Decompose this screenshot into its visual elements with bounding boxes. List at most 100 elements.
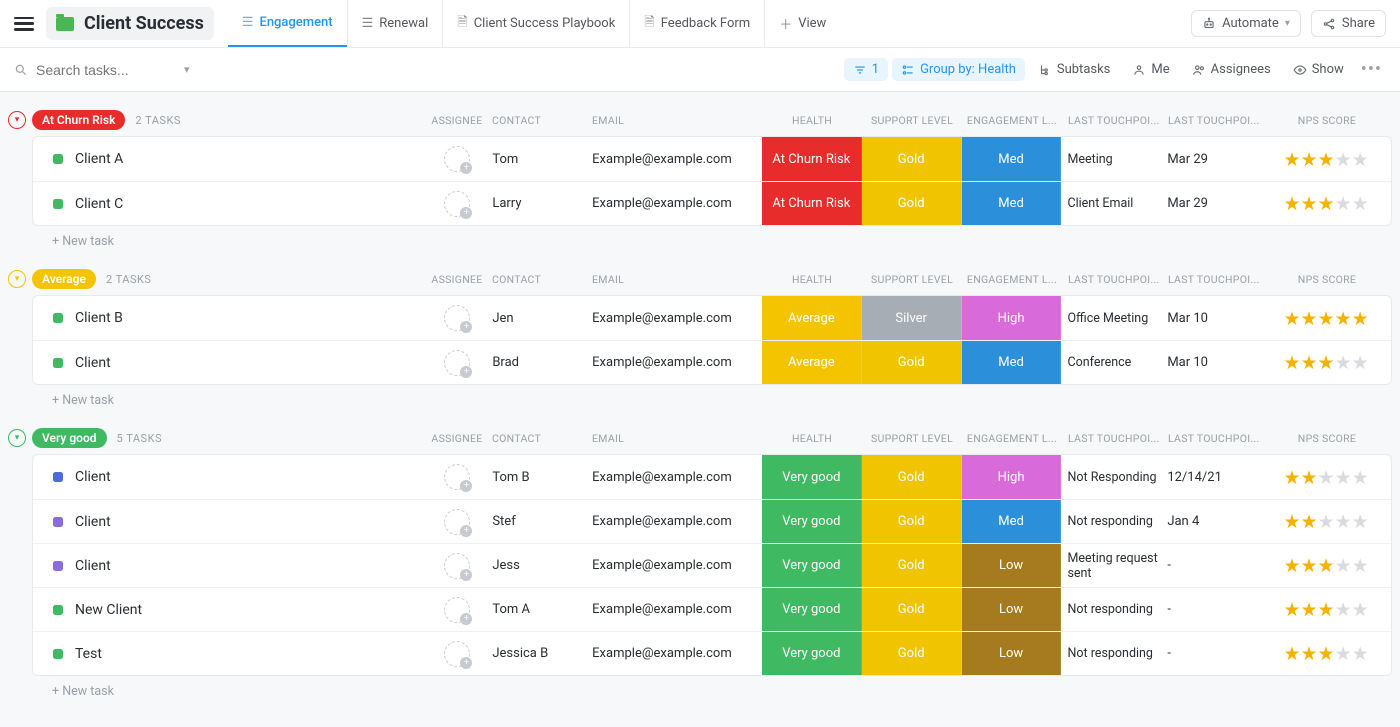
filter-button[interactable]: 1 bbox=[844, 58, 888, 81]
last-touchpoint-type-cell[interactable]: Not responding bbox=[1061, 632, 1161, 675]
health-cell[interactable]: Very good bbox=[762, 455, 862, 499]
chevron-down-icon[interactable]: ▾ bbox=[184, 63, 190, 76]
health-cell[interactable]: Average bbox=[762, 341, 862, 384]
contact-cell[interactable]: Larry bbox=[492, 182, 592, 225]
table-row[interactable]: ClientStefExample@example.comVery goodGo… bbox=[33, 499, 1391, 543]
group-badge[interactable]: Very good bbox=[32, 428, 107, 448]
subtasks-button[interactable]: Subtasks bbox=[1029, 58, 1120, 81]
col-contact[interactable]: CONTACT bbox=[492, 114, 592, 127]
col-assignee[interactable]: ASSIGNEE bbox=[422, 432, 492, 445]
last-touchpoint-type-cell[interactable]: Not responding bbox=[1061, 500, 1161, 543]
task-name-cell[interactable]: Client bbox=[33, 469, 422, 485]
assignee-avatar[interactable] bbox=[444, 464, 470, 490]
contact-cell[interactable]: Tom bbox=[492, 137, 592, 181]
assignee-cell[interactable] bbox=[422, 182, 492, 225]
col-contact[interactable]: CONTACT bbox=[492, 273, 592, 286]
nps-cell[interactable]: ★★★★★ bbox=[1261, 296, 1391, 340]
health-cell[interactable]: Average bbox=[762, 296, 862, 340]
assignee-cell[interactable] bbox=[422, 500, 492, 543]
support-cell[interactable]: Gold bbox=[862, 632, 962, 675]
last-touchpoint-type-cell[interactable]: Conference bbox=[1061, 341, 1161, 384]
last-touchpoint-date-cell[interactable]: Mar 10 bbox=[1161, 341, 1261, 384]
table-row[interactable]: ClientBradExample@example.comAverageGold… bbox=[33, 340, 1391, 384]
engagement-cell[interactable]: High bbox=[962, 455, 1062, 499]
contact-cell[interactable]: Jessica B bbox=[492, 632, 592, 675]
search-input[interactable] bbox=[36, 62, 176, 78]
col-last-touchpoint-date[interactable]: LAST TOUCHPOI... bbox=[1162, 273, 1262, 286]
contact-cell[interactable]: Stef bbox=[492, 500, 592, 543]
col-email[interactable]: EMAIL bbox=[592, 114, 762, 127]
engagement-cell[interactable]: Med bbox=[962, 341, 1062, 384]
show-button[interactable]: Show bbox=[1284, 58, 1353, 81]
group-badge[interactable]: At Churn Risk bbox=[32, 110, 125, 130]
table-row[interactable]: New ClientTom AExample@example.comVery g… bbox=[33, 587, 1391, 631]
me-button[interactable]: Me bbox=[1123, 58, 1178, 81]
contact-cell[interactable]: Jess bbox=[492, 544, 592, 587]
assignee-cell[interactable] bbox=[422, 544, 492, 587]
nps-cell[interactable]: ★★★★★ bbox=[1261, 500, 1391, 543]
tab-client-success-playbook[interactable]: 🗎Client Success Playbook bbox=[442, 0, 629, 47]
engagement-cell[interactable]: Med bbox=[962, 182, 1062, 225]
table-row[interactable]: Client ATomExample@example.comAt Churn R… bbox=[33, 137, 1391, 181]
col-support[interactable]: SUPPORT LEVEL bbox=[862, 273, 962, 286]
assignee-avatar[interactable] bbox=[444, 191, 470, 217]
assignee-avatar[interactable] bbox=[444, 509, 470, 535]
email-cell[interactable]: Example@example.com bbox=[592, 500, 762, 543]
nps-cell[interactable]: ★★★★★ bbox=[1261, 544, 1391, 587]
support-cell[interactable]: Silver bbox=[862, 296, 962, 340]
last-touchpoint-type-cell[interactable]: Not responding bbox=[1061, 588, 1161, 631]
assignee-avatar[interactable] bbox=[444, 350, 470, 376]
nps-cell[interactable]: ★★★★★ bbox=[1261, 632, 1391, 675]
last-touchpoint-date-cell[interactable]: - bbox=[1161, 632, 1261, 675]
support-cell[interactable]: Gold bbox=[862, 588, 962, 631]
new-task-button[interactable]: + New task bbox=[8, 226, 1392, 249]
assignee-cell[interactable] bbox=[422, 632, 492, 675]
contact-cell[interactable]: Jen bbox=[492, 296, 592, 340]
last-touchpoint-type-cell[interactable]: Meeting bbox=[1061, 137, 1161, 181]
last-touchpoint-date-cell[interactable]: Mar 29 bbox=[1161, 182, 1261, 225]
last-touchpoint-date-cell[interactable]: Mar 29 bbox=[1161, 137, 1261, 181]
email-cell[interactable]: Example@example.com bbox=[592, 296, 762, 340]
new-task-button[interactable]: + New task bbox=[8, 385, 1392, 408]
engagement-cell[interactable]: High bbox=[962, 296, 1062, 340]
col-assignee[interactable]: ASSIGNEE bbox=[422, 273, 492, 286]
col-last-touchpoint-type[interactable]: LAST TOUCHPOI... bbox=[1062, 273, 1162, 286]
engagement-cell[interactable]: Low bbox=[962, 544, 1062, 587]
task-name-cell[interactable]: Client A bbox=[33, 151, 422, 167]
col-last-touchpoint-type[interactable]: LAST TOUCHPOI... bbox=[1062, 432, 1162, 445]
assignee-cell[interactable] bbox=[422, 137, 492, 181]
engagement-cell[interactable]: Med bbox=[962, 137, 1062, 181]
table-row[interactable]: ClientTom BExample@example.comVery goodG… bbox=[33, 455, 1391, 499]
engagement-cell[interactable]: Med bbox=[962, 500, 1062, 543]
automate-button[interactable]: Automate ▾ bbox=[1191, 10, 1301, 37]
last-touchpoint-type-cell[interactable]: Meeting request sent bbox=[1061, 544, 1161, 587]
status-square[interactable] bbox=[53, 313, 63, 323]
engagement-cell[interactable]: Low bbox=[962, 588, 1062, 631]
last-touchpoint-date-cell[interactable]: Jan 4 bbox=[1161, 500, 1261, 543]
col-contact[interactable]: CONTACT bbox=[492, 432, 592, 445]
nps-cell[interactable]: ★★★★★ bbox=[1261, 588, 1391, 631]
health-cell[interactable]: Very good bbox=[762, 632, 862, 675]
more-icon[interactable]: ••• bbox=[1357, 59, 1386, 80]
support-cell[interactable]: Gold bbox=[862, 182, 962, 225]
collapse-icon[interactable]: ▾ bbox=[8, 270, 26, 288]
status-square[interactable] bbox=[53, 605, 63, 615]
email-cell[interactable]: Example@example.com bbox=[592, 182, 762, 225]
col-engagement[interactable]: ENGAGEMENT L... bbox=[962, 432, 1062, 445]
email-cell[interactable]: Example@example.com bbox=[592, 632, 762, 675]
col-last-touchpoint-date[interactable]: LAST TOUCHPOI... bbox=[1162, 114, 1262, 127]
group-by-button[interactable]: Group by: Health bbox=[892, 58, 1025, 81]
collapse-icon[interactable]: ▾ bbox=[8, 429, 26, 447]
table-row[interactable]: TestJessica BExample@example.comVery goo… bbox=[33, 631, 1391, 675]
support-cell[interactable]: Gold bbox=[862, 455, 962, 499]
tab-feedback-form[interactable]: 🗎Feedback Form bbox=[629, 0, 764, 47]
status-square[interactable] bbox=[53, 649, 63, 659]
col-health[interactable]: HEALTH bbox=[762, 432, 862, 445]
assignees-button[interactable]: Assignees bbox=[1183, 58, 1280, 81]
last-touchpoint-date-cell[interactable]: 12/14/21 bbox=[1161, 455, 1261, 499]
col-nps[interactable]: NPS SCORE bbox=[1262, 432, 1392, 445]
assignee-cell[interactable] bbox=[422, 341, 492, 384]
task-name-cell[interactable]: Client bbox=[33, 514, 422, 530]
health-cell[interactable]: Very good bbox=[762, 588, 862, 631]
search-box[interactable]: ▾ bbox=[14, 62, 224, 78]
